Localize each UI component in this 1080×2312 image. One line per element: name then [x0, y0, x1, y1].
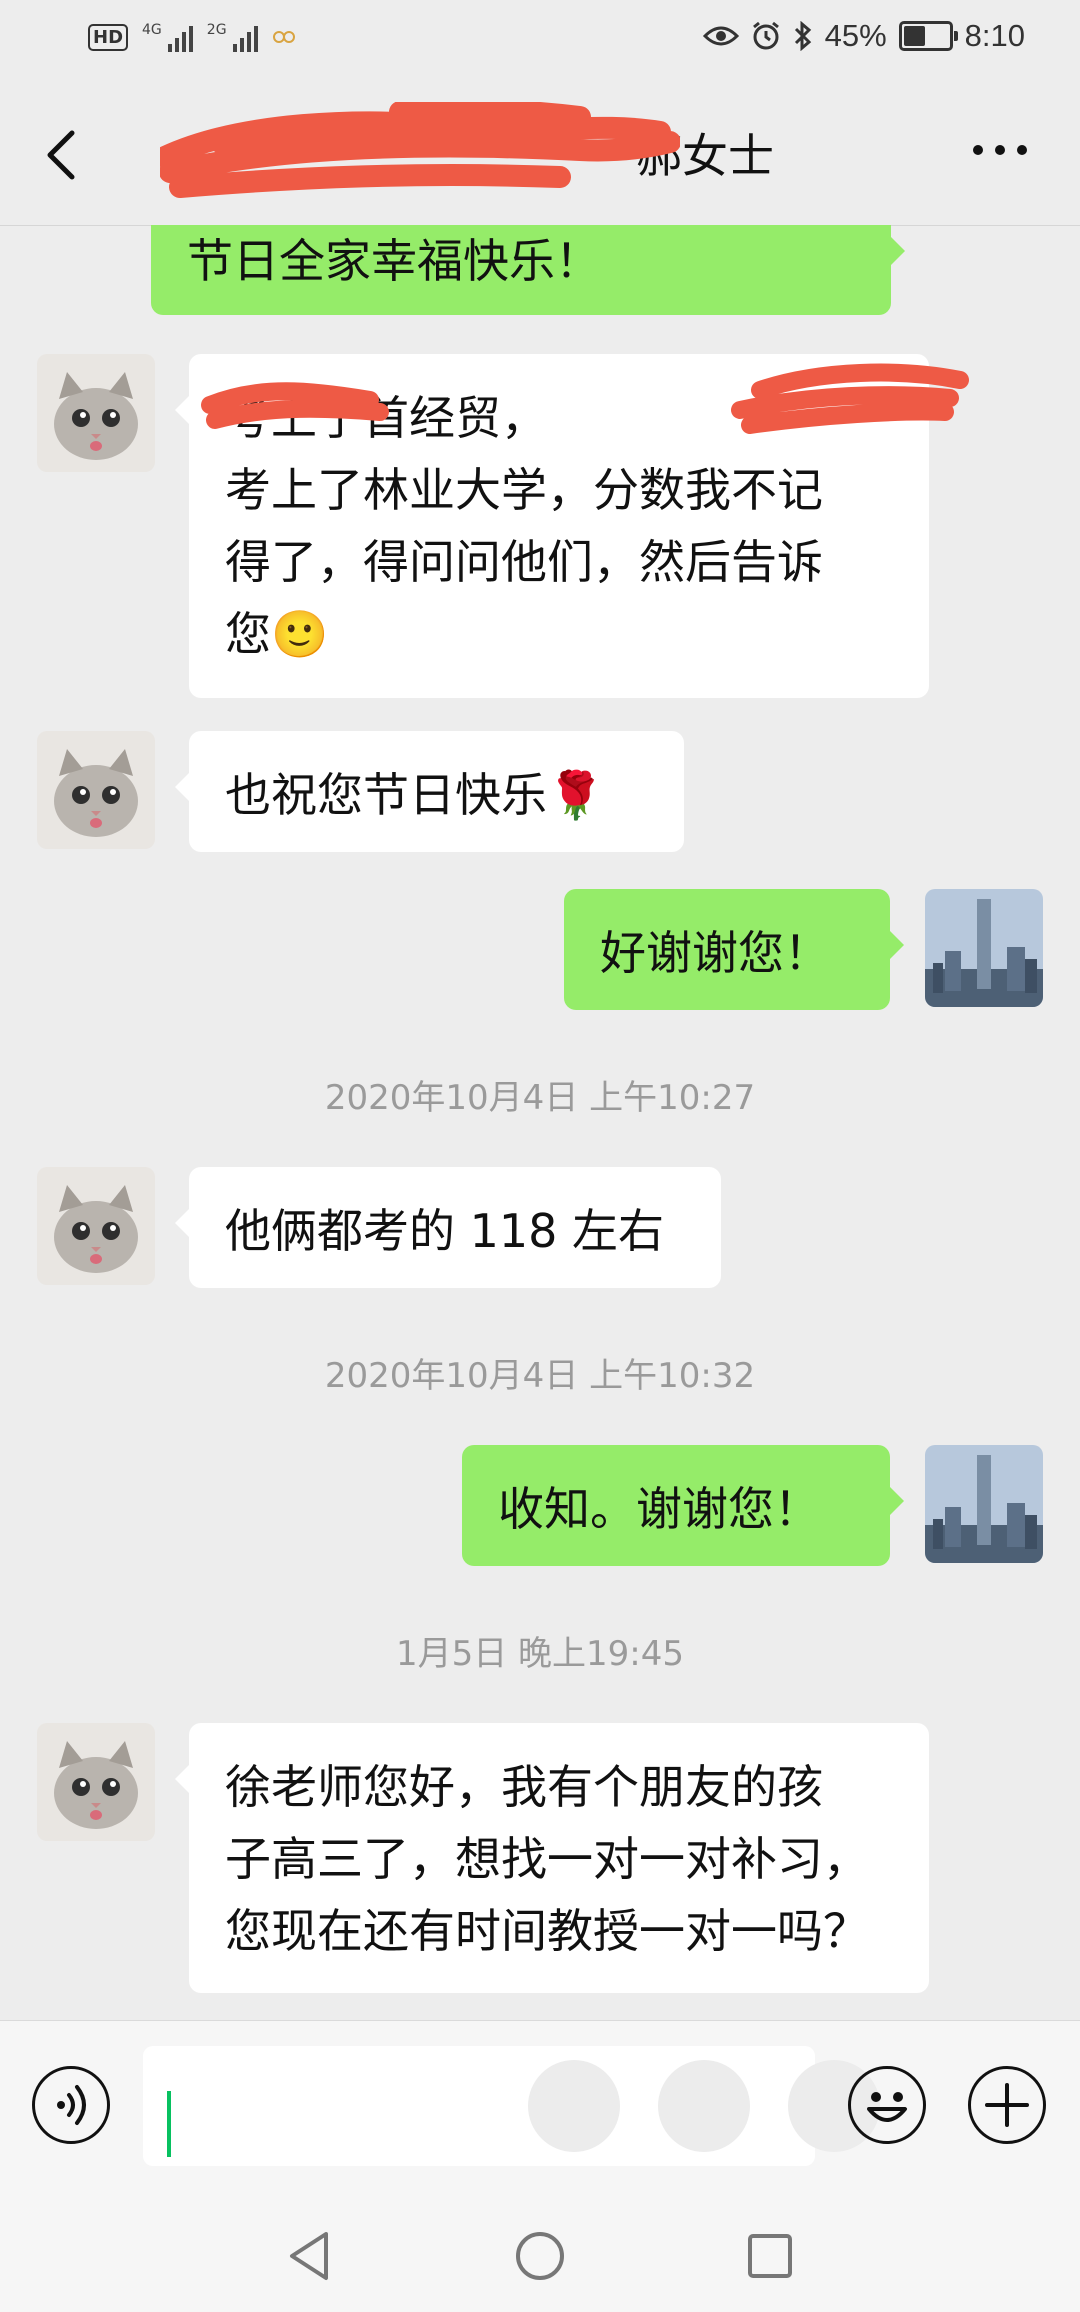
- chat-title: 郝女士: [0, 120, 1080, 186]
- status-bar: HD 4G 2G 45% 8:10: [0, 0, 1080, 80]
- my-avatar[interactable]: [925, 1445, 1043, 1563]
- contact-avatar[interactable]: [37, 354, 155, 472]
- network-4g-label: 4G: [142, 22, 162, 38]
- chat-header: 郝女士: [0, 80, 1080, 226]
- message-bubble-incoming[interactable]: 徐老师您好，我有个朋友的孩 子高三了，想找一对一对补习， 您现在还有时间教授一对…: [175, 1723, 929, 1993]
- sparkle-icon: [528, 2060, 620, 2152]
- nav-recents-icon[interactable]: [742, 2228, 798, 2284]
- signal-icon: [232, 22, 258, 52]
- my-avatar[interactable]: [925, 889, 1043, 1007]
- contact-avatar[interactable]: [37, 1723, 155, 1841]
- message-bubble-outgoing[interactable]: 好谢谢您！: [564, 889, 904, 1010]
- more-functions-button[interactable]: [968, 2066, 1046, 2144]
- redaction-scribble: [201, 363, 969, 434]
- plus-icon: [985, 2083, 1029, 2127]
- timestamp: 2020年10月4日 上午10:32: [324, 1356, 756, 1396]
- message-bubble-incoming[interactable]: 他俩都考的 118 左右: [175, 1167, 721, 1288]
- composer-bar: [0, 2020, 1080, 2199]
- nav-home-icon[interactable]: [512, 2228, 568, 2284]
- message-bubble-outgoing[interactable]: 节日全家幸福快乐！: [151, 225, 905, 315]
- voice-icon: [57, 2085, 86, 2125]
- voice-input-button[interactable]: [32, 2066, 110, 2144]
- chat-title-name: 郝女士: [636, 129, 774, 183]
- emoji-icon: [867, 2092, 907, 2122]
- message-bubble-outgoing[interactable]: 收知。谢谢您！: [462, 1445, 904, 1566]
- eye-icon: [702, 26, 739, 46]
- emoji-button[interactable]: [848, 2066, 926, 2144]
- nav-back-icon[interactable]: [282, 2228, 338, 2284]
- kitten-avatar-image: [37, 731, 155, 849]
- bluetooth-icon: [794, 21, 811, 51]
- alarm-icon: [752, 21, 779, 50]
- kitten-avatar-image: [37, 354, 155, 472]
- more-options-icon[interactable]: [970, 130, 1030, 170]
- system-navigation-bar: [0, 2198, 1080, 2312]
- signal-icon: [167, 22, 193, 52]
- kitten-avatar-image: [37, 1167, 155, 1285]
- message-bubble-incoming[interactable]: 也祝您节日快乐🌹: [175, 731, 684, 852]
- battery-percent: 45%: [824, 18, 887, 53]
- city-avatar-image: [925, 1445, 1043, 1563]
- city-avatar-image: [925, 889, 1043, 1007]
- battery-icon: [898, 21, 958, 51]
- message-list[interactable]: 节日全家幸福快乐！ 考上了首经贸， 考上了林业大学，分数我不记 得了，得问问他们…: [0, 225, 1080, 2020]
- link-icon: [272, 31, 295, 43]
- timestamp: 2020年10月4日 上午10:27: [324, 1078, 756, 1118]
- network-2g-label: 2G: [206, 22, 227, 38]
- download-icon: [658, 2060, 750, 2152]
- contact-avatar[interactable]: [37, 1167, 155, 1285]
- clock: 8:10: [964, 18, 1025, 53]
- kitten-avatar-image: [37, 1723, 155, 1841]
- timestamp: 1月5日 晚上19:45: [395, 1634, 685, 1674]
- text-caret: [167, 2091, 171, 2157]
- hd-badge: HD: [88, 23, 129, 51]
- message-input[interactable]: [143, 2046, 880, 2166]
- status-left: HD 4G 2G: [88, 22, 296, 52]
- contact-avatar[interactable]: [37, 731, 155, 849]
- status-right: 45% 8:10: [702, 18, 1025, 54]
